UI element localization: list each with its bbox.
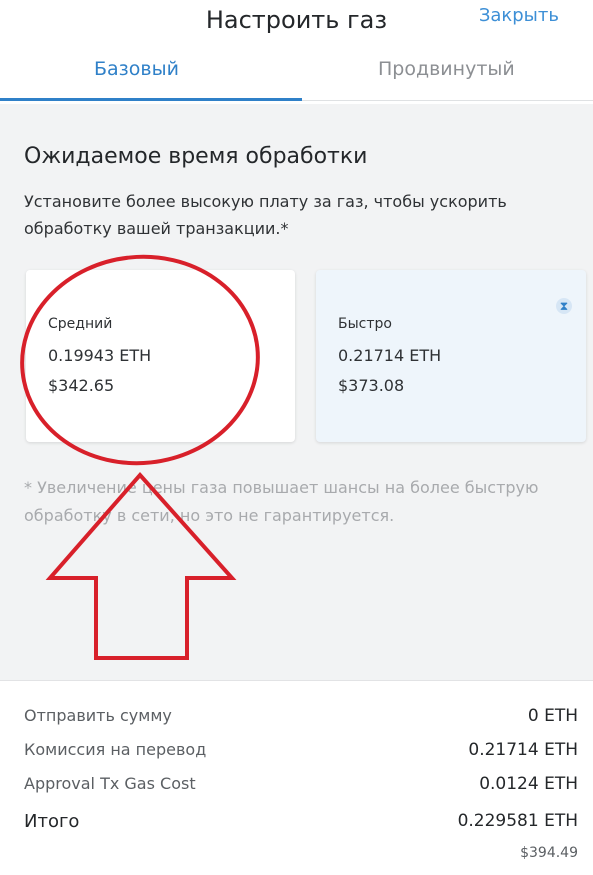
summary-value: 0.21714 ETH (468, 740, 578, 760)
summary-label: Итого (24, 811, 80, 832)
summary-row-total: Итого 0.229581 ETH (24, 811, 578, 832)
summary-value: 0.229581 ETH (457, 811, 578, 831)
summary-row-approval-gas: Approval Tx Gas Cost 0.0124 ETH (24, 774, 578, 794)
option-label: Средний (48, 316, 113, 332)
summary-label: Комиссия на перевод (24, 740, 207, 759)
gas-note: * Увеличение цены газа повышает шансы на… (24, 478, 539, 525)
gas-option-average[interactable]: Средний 0.19943 ETH $342.65 (26, 270, 295, 442)
option-eth-value: 0.21714 ETH (338, 346, 442, 365)
option-usd-value: $342.65 (48, 376, 115, 395)
section-title: Ожидаемое время обработки (24, 144, 368, 169)
close-button[interactable]: Закрыть (479, 5, 559, 26)
tab-advanced[interactable]: Продвинутый (378, 58, 515, 80)
option-label: Быстро (338, 316, 392, 332)
active-tab-indicator (0, 98, 302, 101)
option-usd-value: $373.08 (338, 376, 405, 395)
summary-row-fee: Комиссия на перевод 0.21714 ETH (24, 740, 578, 760)
header: Настроить газ Закрыть Базовый Продвинуты… (0, 0, 593, 104)
option-eth-value: 0.19943 ETH (48, 346, 152, 365)
section-description: Установите более высокую плату за газ, ч… (24, 192, 507, 238)
hourglass-icon: ⧗ (556, 298, 572, 314)
summary-label: Approval Tx Gas Cost (24, 774, 196, 793)
summary-row-send-amount: Отправить сумму 0 ETH (24, 706, 578, 726)
summary-value: 0.0124 ETH (479, 774, 578, 794)
total-usd-value: $394.49 (520, 845, 578, 861)
gas-option-fast[interactable]: ⧗ Быстро 0.21714 ETH $373.08 (316, 270, 586, 442)
tab-basic[interactable]: Базовый (94, 58, 179, 80)
summary-value: 0 ETH (527, 706, 578, 726)
summary-label: Отправить сумму (24, 706, 172, 725)
